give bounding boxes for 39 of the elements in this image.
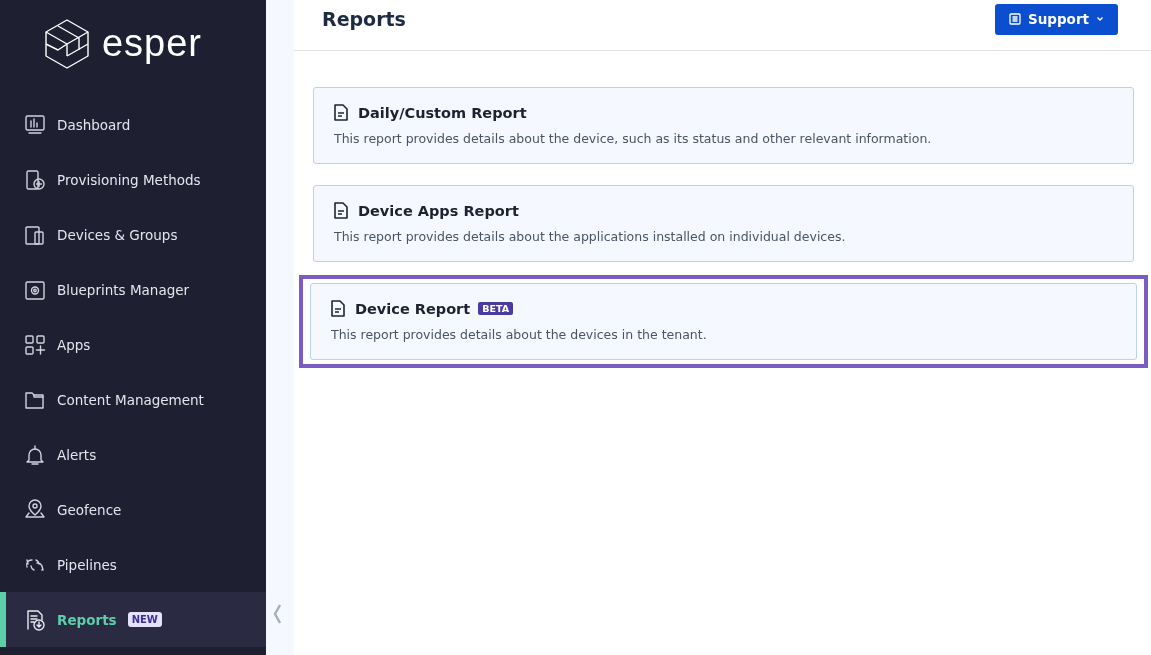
caret-icon (1096, 16, 1104, 22)
list-icon (1008, 13, 1021, 25)
new-badge: NEW (127, 612, 162, 627)
bell-icon (24, 443, 46, 466)
document-icon (334, 202, 348, 219)
report-title: Device Apps Report (358, 202, 519, 219)
sidebar-item[interactable]: Dashboard (0, 97, 266, 152)
logo-text: esper (101, 22, 203, 65)
sidebar-item[interactable]: Pipelines (0, 537, 266, 592)
sidebar-item[interactable]: Content Management (0, 372, 266, 427)
support-button[interactable]: Support (994, 3, 1118, 35)
sidebar-item[interactable]: Provisioning Methods (0, 152, 266, 207)
report-description: This report provides details about the applications installed on individual devices. (334, 229, 847, 244)
cube-logo-icon (43, 18, 90, 69)
report-title: Device Report (355, 300, 471, 317)
collapse-chevron-icon[interactable] (273, 604, 281, 624)
sidebar-item[interactable]: Blueprints Manager (0, 262, 266, 317)
sidebar-item[interactable]: Geofence (0, 482, 266, 537)
sidebar-item[interactable]: Reports NEW (0, 592, 266, 647)
beta-badge: BETA (478, 302, 514, 315)
sidebar-item[interactable]: Apps (0, 317, 266, 372)
map-pin-icon (24, 498, 46, 521)
report-card[interactable]: Device Report BETA This report provides details about the devices in the tenant. (310, 283, 1137, 360)
sidebar-item[interactable]: Devices & Groups (0, 207, 266, 262)
document-download-icon (24, 608, 46, 631)
document-icon (334, 104, 348, 121)
grid-plus-icon (24, 333, 46, 356)
report-title: Daily/Custom Report (358, 104, 527, 121)
page-title: Reports (322, 8, 406, 30)
gear-square-icon (24, 278, 46, 301)
report-description: This report provides details about the device, such as its status and other relevant information. (334, 131, 933, 146)
report-card[interactable]: Daily/Custom Report This report provides details about the device, such as its status and other relevant information. (313, 87, 1134, 164)
phone-plus-icon (24, 168, 46, 191)
report-card[interactable]: Device Apps Report This report provides details about the applications installed on individual devices. (313, 185, 1134, 262)
sidebar-item[interactable]: Alerts (0, 427, 266, 482)
devices-icon (24, 223, 46, 246)
document-icon (331, 300, 345, 317)
report-description: This report provides details about the devices in the tenant. (331, 327, 708, 342)
monitor-icon (24, 113, 46, 136)
